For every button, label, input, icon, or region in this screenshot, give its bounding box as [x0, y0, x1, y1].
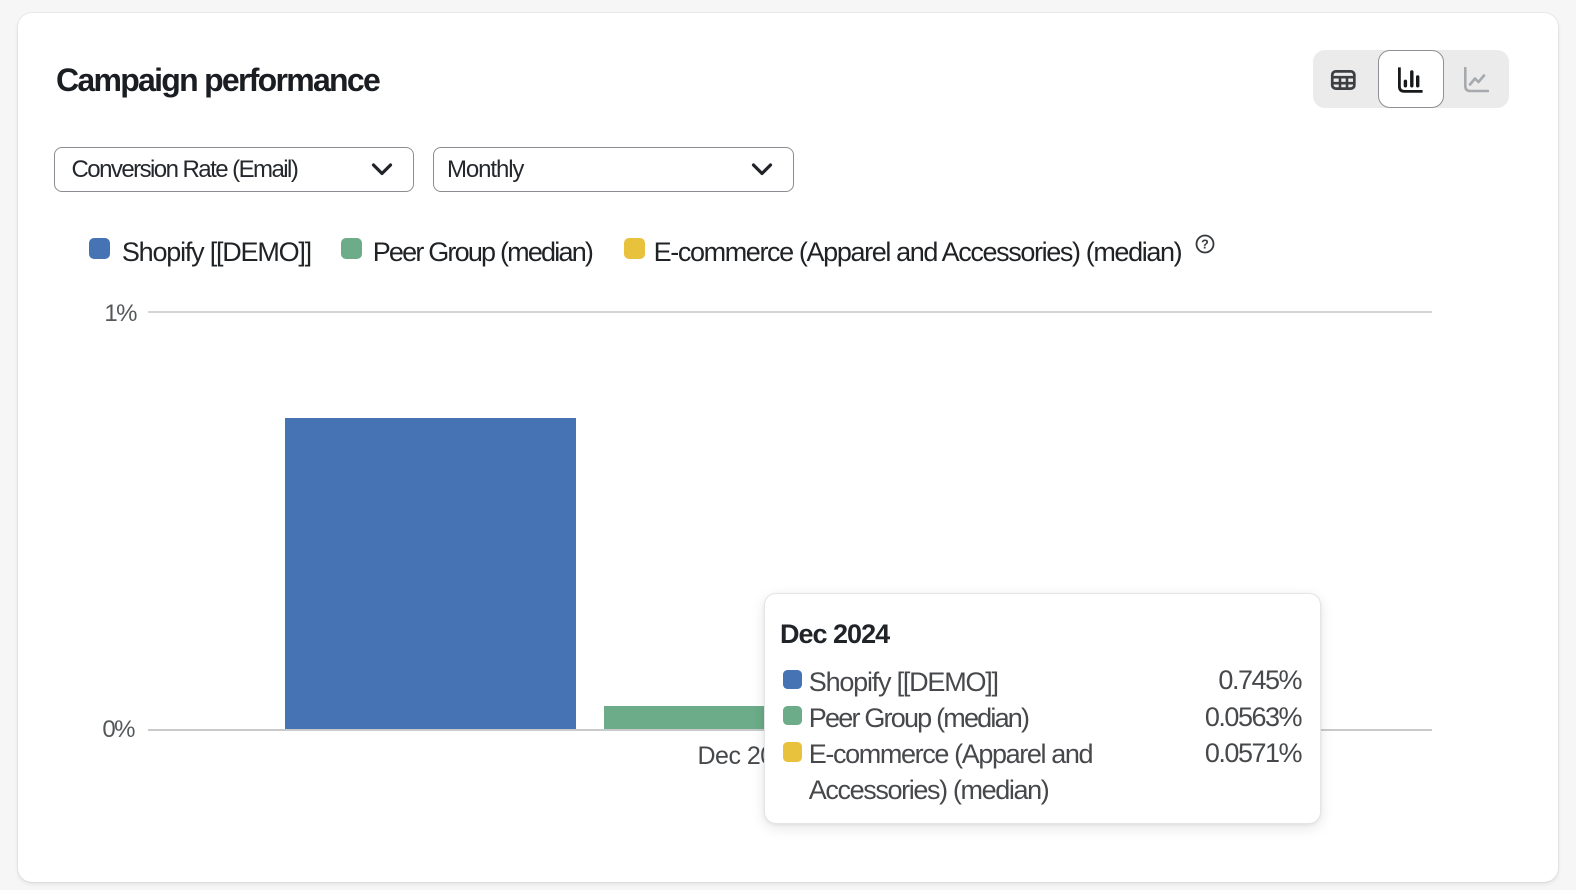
svg-text:?: ?	[1201, 237, 1209, 251]
